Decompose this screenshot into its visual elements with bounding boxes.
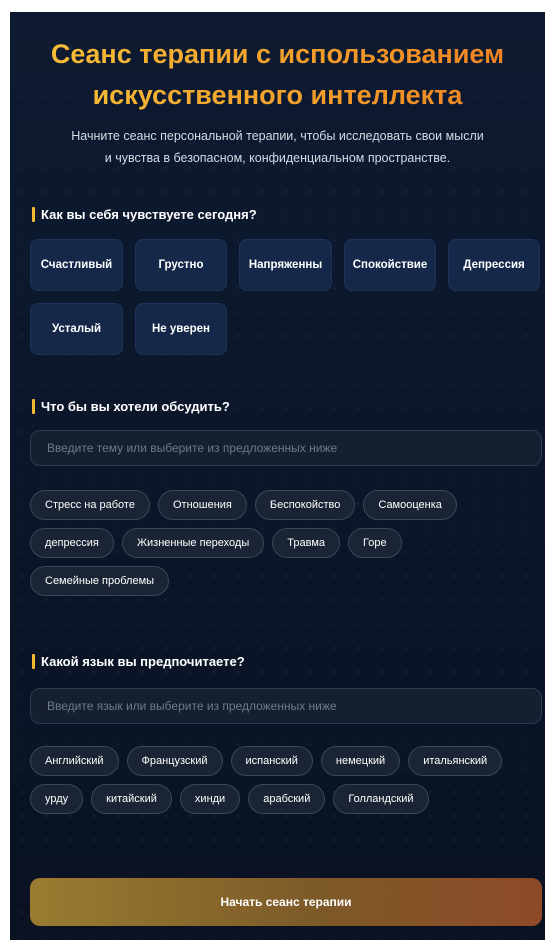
topic-input-placeholder: Введите тему или выберите из предложенны…	[47, 441, 338, 455]
topic-chip[interactable]: Беспокойство	[254, 490, 356, 520]
topic-chip[interactable]: депрессия	[30, 528, 114, 558]
language-input[interactable]: Введите язык или выберите из предложенны…	[30, 688, 542, 724]
mood-option-stressed[interactable]: Напряженны	[239, 239, 332, 291]
language-chip[interactable]: Французский	[126, 746, 223, 776]
accent-bar	[32, 653, 35, 669]
language-chip[interactable]: урду	[30, 784, 84, 814]
language-chip[interactable]: итальянский	[408, 746, 503, 776]
language-chip[interactable]: хинди	[179, 784, 241, 814]
topic-chip[interactable]: Травма	[272, 528, 341, 558]
language-chip[interactable]: китайский	[91, 784, 172, 814]
topic-section-label: Что бы вы хотели обсудить?	[32, 398, 230, 414]
mood-option-sad[interactable]: Грустно	[135, 239, 227, 291]
language-label-text: Какой язык вы предпочитаете?	[41, 653, 245, 669]
accent-bar	[32, 206, 35, 222]
language-input-placeholder: Введите язык или выберите из предложенны…	[47, 699, 337, 713]
topic-chip[interactable]: Стресс на работе	[30, 490, 150, 520]
language-section-label: Какой язык вы предпочитаете?	[32, 653, 245, 669]
mood-option-depressed[interactable]: Депрессия	[448, 239, 540, 291]
mood-section-label: Как вы себя чувствуете сегодня?	[32, 206, 257, 222]
therapy-panel: Сеанс терапии с использованием искусстве…	[10, 12, 545, 940]
title-line-1: Сеанс терапии с использованием	[50, 39, 505, 69]
page-title: Сеанс терапии с использованием искусстве…	[10, 34, 545, 116]
mood-option-calm[interactable]: Спокойствие	[344, 239, 436, 291]
title-line-2: искусственного интеллекта	[92, 80, 463, 110]
language-chip[interactable]: арабский	[248, 784, 326, 814]
language-chip[interactable]: испанский	[230, 746, 313, 776]
topic-chip[interactable]: Отношения	[157, 490, 247, 520]
language-suggestions: Английский Французский испанский немецки…	[30, 746, 545, 814]
language-chip[interactable]: немецкий	[320, 746, 401, 776]
topic-chip[interactable]: Жизненные переходы	[121, 528, 265, 558]
language-chip[interactable]: Английский	[30, 746, 119, 776]
start-session-label: Начать сеанс терапии	[220, 895, 352, 909]
topic-chip[interactable]: Горе	[348, 528, 402, 558]
subtitle-line-1: Начните сеанс персональной терапии, чтоб…	[71, 129, 484, 143]
accent-bar	[32, 398, 35, 414]
topic-input[interactable]: Введите тему или выберите из предложенны…	[30, 430, 542, 466]
mood-option-unsure[interactable]: Не уверен	[135, 303, 227, 355]
language-chip[interactable]: Голландский	[333, 784, 429, 814]
mood-options: Счастливый Грустно Напряженны Спокойстви…	[30, 239, 545, 355]
mood-label-text: Как вы себя чувствуете сегодня?	[41, 206, 257, 222]
subtitle-line-2: и чувства в безопасном, конфиденциальном…	[104, 151, 451, 165]
topic-chip[interactable]: Семейные проблемы	[30, 566, 170, 596]
start-session-button[interactable]: Начать сеанс терапии	[30, 878, 542, 926]
topic-chip[interactable]: Самооценка	[363, 490, 457, 520]
topic-suggestions: Стресс на работе Отношения Беспокойство …	[30, 490, 545, 596]
topic-label-text: Что бы вы хотели обсудить?	[41, 398, 230, 414]
mood-option-tired[interactable]: Усталый	[30, 303, 123, 355]
page-subtitle: Начните сеанс персональной терапии, чтоб…	[40, 125, 515, 169]
mood-option-happy[interactable]: Счастливый	[30, 239, 123, 291]
